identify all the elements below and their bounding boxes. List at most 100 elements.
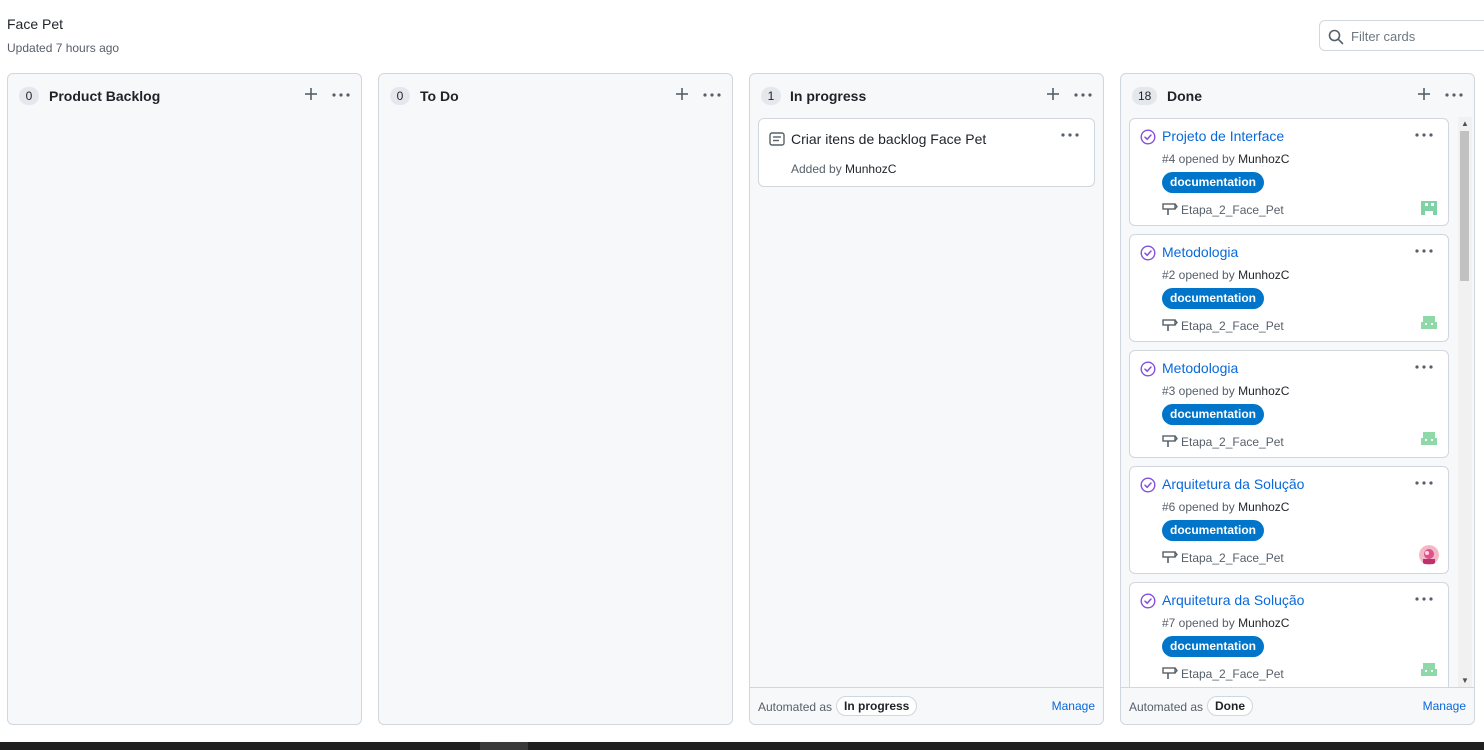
taskbar-item[interactable] [480,742,528,750]
issue-title-link[interactable]: Metodologia [1162,360,1238,376]
issue-meta: #4 opened by MunhozC [1162,152,1289,166]
column-to-do: 0 To Do [378,73,733,725]
automated-as-text: Automated as [1129,700,1204,714]
issue-author[interactable]: MunhozC [1238,384,1289,398]
issue-number-text: #4 opened by [1162,152,1239,166]
label-documentation[interactable]: documentation [1162,636,1264,657]
issue-meta: #3 opened by MunhozC [1162,384,1289,398]
scrollbar-thumb[interactable] [1460,131,1469,281]
column-card-count: 0 [390,87,410,105]
search-icon [1328,29,1344,45]
done-column-scrollbar[interactable]: ▲ ▼ [1458,117,1472,687]
column-name: To Do [420,88,459,104]
filter-cards-input[interactable] [1351,26,1481,46]
issue-card[interactable]: Arquitetura da Solução #7 opened by Munh… [1129,582,1449,687]
column-card-count: 1 [761,87,781,105]
milestone-icon [1162,203,1178,215]
issue-author[interactable]: MunhozC [1238,152,1289,166]
issue-card[interactable]: Metodologia #2 opened by MunhozC documen… [1129,234,1449,342]
issue-title-link[interactable]: Arquitetura da Solução [1162,476,1304,492]
column-header: 1 In progress [750,74,1103,118]
issue-meta: #7 opened by MunhozC [1162,616,1289,630]
column-card-count: 0 [19,87,39,105]
assignee-avatar[interactable] [1419,660,1439,680]
card-menu-icon[interactable] [1414,360,1434,374]
note-added-by: Added by MunhozC [791,162,896,176]
label-documentation[interactable]: documentation [1162,404,1264,425]
milestone-icon [1162,551,1178,563]
added-by-prefix: Added by [791,162,846,176]
milestone[interactable]: Etapa_2_Face_Pet [1162,202,1284,217]
scroll-up-arrow-icon[interactable]: ▲ [1461,119,1469,128]
note-text: Criar itens de backlog Face Pet [791,131,987,147]
issue-card[interactable]: Projeto de Interface #4 opened by Munhoz… [1129,118,1449,226]
milestone-name: Etapa_2_Face_Pet [1181,319,1284,333]
column-done: 18 Done Projeto de Interface #4 opened b… [1120,73,1475,725]
issue-number-text: #6 opened by [1162,500,1239,514]
manage-automation-link[interactable]: Manage [1052,699,1095,713]
milestone[interactable]: Etapa_2_Face_Pet [1162,666,1284,681]
assignee-avatar[interactable] [1419,197,1439,217]
column-footer: Automated as In progress Manage [750,687,1103,724]
issue-card[interactable]: Metodologia #3 opened by MunhozC documen… [1129,350,1449,458]
add-card-icon[interactable] [674,85,690,103]
milestone[interactable]: Etapa_2_Face_Pet [1162,550,1284,565]
label-documentation[interactable]: documentation [1162,172,1264,193]
milestone[interactable]: Etapa_2_Face_Pet [1162,434,1284,449]
milestone-icon [1162,319,1178,331]
os-taskbar [0,742,1484,750]
column-in-progress: 1 In progress Criar itens de backlog Fac… [749,73,1104,725]
add-card-icon[interactable] [1416,85,1432,103]
manage-automation-link[interactable]: Manage [1423,699,1466,713]
note-card[interactable]: Criar itens de backlog Face Pet Added by… [758,118,1095,187]
project-title: Face Pet [7,16,64,32]
assignee-avatar[interactable] [1419,313,1439,333]
column-menu-icon[interactable] [1444,85,1464,103]
project-updated-time: Updated 7 hours ago [7,41,120,55]
issue-title-link[interactable]: Metodologia [1162,244,1238,260]
column-name: Product Backlog [49,88,161,104]
card-menu-icon[interactable] [1060,128,1080,142]
issue-title-link[interactable]: Arquitetura da Solução [1162,592,1304,608]
milestone[interactable]: Etapa_2_Face_Pet [1162,318,1284,333]
assignee-avatar[interactable] [1419,429,1439,449]
milestone-icon [1162,435,1178,447]
issue-title-link[interactable]: Projeto de Interface [1162,128,1284,144]
column-header: 0 To Do [379,74,732,118]
automated-as-text: Automated as [758,700,833,714]
assignee-avatar[interactable] [1419,545,1439,565]
add-card-icon[interactable] [1045,85,1061,103]
issue-number-text: #3 opened by [1162,384,1239,398]
card-menu-icon[interactable] [1414,128,1434,142]
card-menu-icon[interactable] [1414,244,1434,258]
issue-number-text: #2 opened by [1162,268,1239,282]
label-documentation[interactable]: documentation [1162,288,1264,309]
column-header: 18 Done [1121,74,1474,118]
card-menu-icon[interactable] [1414,476,1434,490]
closed-issue-icon [1140,593,1156,609]
column-card-count: 18 [1132,87,1158,105]
automation-state-badge: In progress [836,696,918,716]
issue-meta: #2 opened by MunhozC [1162,268,1289,282]
note-icon [769,132,785,146]
column-menu-icon[interactable] [702,85,722,103]
label-documentation[interactable]: documentation [1162,520,1264,541]
added-by-user[interactable]: MunhozC [845,162,896,176]
issue-meta: #6 opened by MunhozC [1162,500,1289,514]
milestone-name: Etapa_2_Face_Pet [1181,667,1284,681]
issue-author[interactable]: MunhozC [1238,616,1289,630]
milestone-name: Etapa_2_Face_Pet [1181,203,1284,217]
milestone-icon [1162,667,1178,679]
issue-card[interactable]: Arquitetura da Solução #6 opened by Munh… [1129,466,1449,574]
project-header: Face Pet Updated 7 hours ago [0,0,1484,70]
add-card-icon[interactable] [303,85,319,103]
card-menu-icon[interactable] [1414,592,1434,606]
issue-author[interactable]: MunhozC [1238,268,1289,282]
scroll-down-arrow-icon[interactable]: ▼ [1461,676,1469,685]
column-menu-icon[interactable] [1073,85,1093,103]
issue-author[interactable]: MunhozC [1238,500,1289,514]
filter-cards-box[interactable] [1319,20,1484,51]
issue-number-text: #7 opened by [1162,616,1239,630]
column-menu-icon[interactable] [331,85,351,103]
closed-issue-icon [1140,477,1156,493]
